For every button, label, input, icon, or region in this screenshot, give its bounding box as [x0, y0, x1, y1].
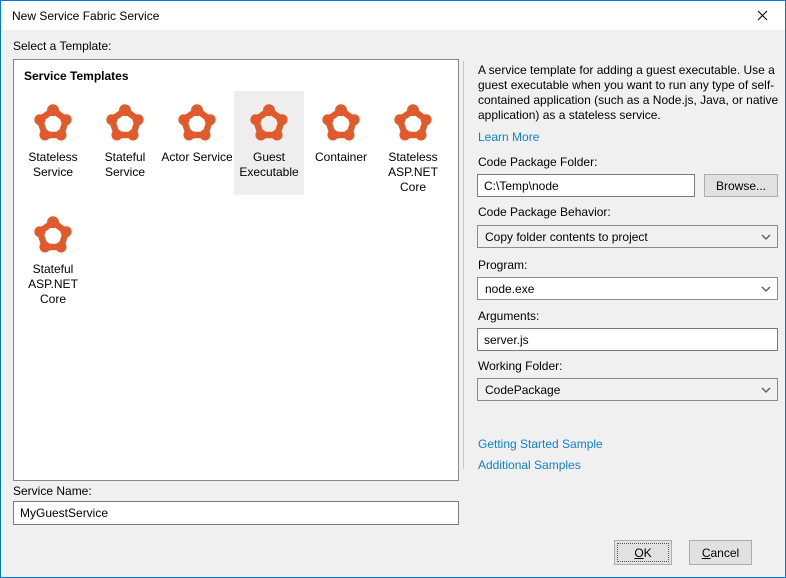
template-row-1: Stateless Service Stateful Service Actor… — [18, 91, 458, 195]
working-folder-value: CodePackage — [485, 382, 561, 397]
service-fabric-icon — [106, 104, 144, 141]
code-package-behavior-dropdown[interactable]: Copy folder contents to project — [477, 225, 778, 248]
template-tile-stateless-service[interactable]: Stateless Service — [18, 91, 88, 195]
template-tile-guest-executable[interactable]: Guest Executable — [234, 91, 304, 195]
cancel-button[interactable]: Cancel — [689, 540, 752, 565]
template-group-title: Service Templates — [24, 69, 129, 83]
browse-button[interactable]: Browse... — [704, 174, 778, 197]
template-tile-stateful-service[interactable]: Stateful Service — [90, 91, 160, 195]
working-folder-dropdown[interactable]: CodePackage — [477, 378, 778, 401]
pane-separator — [463, 61, 464, 469]
working-folder-label: Working Folder: — [478, 359, 563, 373]
service-fabric-icon — [250, 104, 288, 141]
service-name-label: Service Name: — [13, 484, 92, 498]
arguments-label: Arguments: — [478, 309, 540, 323]
program-label: Program: — [478, 258, 528, 272]
title-bar[interactable]: New Service Fabric Service — [1, 1, 785, 30]
code-package-folder-input[interactable] — [477, 174, 695, 197]
code-package-behavior-value: Copy folder contents to project — [485, 229, 648, 244]
close-icon — [757, 10, 767, 21]
service-name-input[interactable] — [13, 501, 459, 525]
template-tile-label: Stateful Service — [104, 150, 146, 179]
getting-started-sample-link[interactable]: Getting Started Sample — [478, 437, 603, 451]
service-fabric-icon — [178, 104, 216, 141]
learn-more-link[interactable]: Learn More — [478, 130, 539, 144]
code-package-behavior-label: Code Package Behavior: — [478, 205, 611, 219]
close-button[interactable] — [739, 1, 785, 30]
ok-button[interactable]: OK — [614, 540, 672, 565]
additional-samples-link[interactable]: Additional Samples — [478, 458, 581, 472]
template-tile-label: Stateless Service — [28, 150, 78, 179]
service-fabric-icon — [394, 104, 432, 141]
select-template-label: Select a Template: — [13, 39, 112, 53]
template-tile-stateless-aspnet-core[interactable]: Stateless ASP.NET Core — [378, 91, 448, 195]
service-fabric-icon — [34, 104, 72, 141]
template-listbox: Service Templates Stateless Service Stat… — [13, 59, 459, 481]
template-tile-label: Guest Executable — [239, 150, 299, 179]
program-dropdown[interactable]: node.exe — [477, 277, 778, 300]
chevron-down-icon — [761, 387, 771, 393]
code-package-folder-label: Code Package Folder: — [478, 155, 598, 169]
service-fabric-icon — [34, 216, 72, 253]
template-tile-label: Container — [314, 150, 368, 164]
template-tile-label: Stateless ASP.NET Core — [388, 150, 438, 194]
template-tile-actor-service[interactable]: Actor Service — [161, 91, 233, 195]
template-tile-label: Stateful ASP.NET Core — [28, 262, 78, 306]
arguments-input[interactable] — [477, 328, 778, 351]
program-value: node.exe — [485, 281, 535, 296]
window-title: New Service Fabric Service — [12, 8, 160, 23]
template-tile-container[interactable]: Container — [306, 91, 376, 195]
template-description: A service template for adding a guest ex… — [478, 63, 779, 122]
new-service-fabric-service-dialog: New Service Fabric Service Select a Temp… — [0, 0, 786, 578]
chevron-down-icon — [761, 286, 771, 292]
template-tile-label: Actor Service — [161, 150, 233, 164]
chevron-down-icon — [761, 234, 771, 240]
service-fabric-icon — [322, 104, 360, 141]
template-row-2: Stateful ASP.NET Core — [18, 203, 458, 307]
template-tile-stateful-aspnet-core[interactable]: Stateful ASP.NET Core — [18, 203, 88, 307]
